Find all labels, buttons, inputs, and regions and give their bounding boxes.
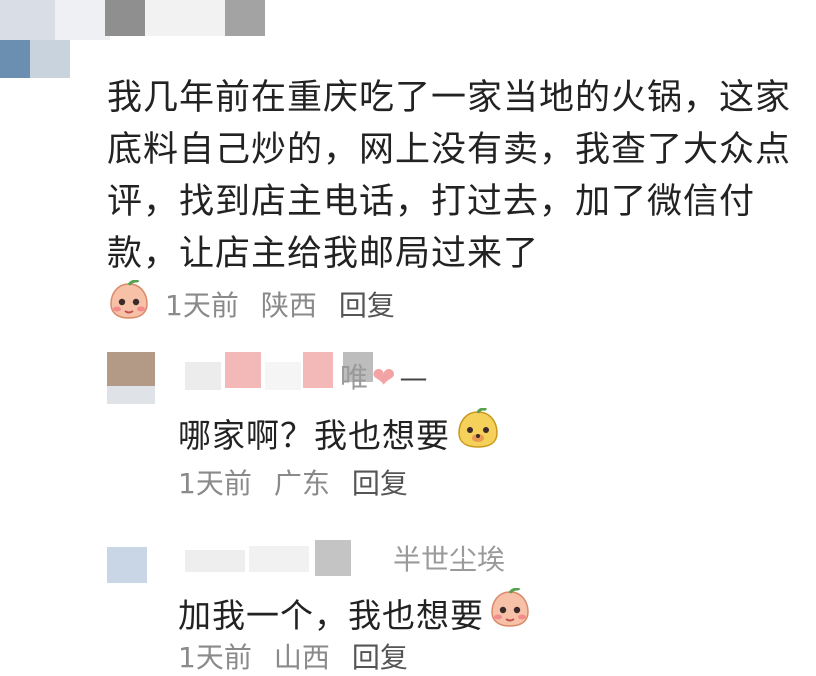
top-username-mosaic xyxy=(105,0,285,40)
comment-text: 我几年前在重庆吃了一家当地的火锅，这家底料自己炒的，网上没有卖，我查了大众点评，… xyxy=(107,78,792,274)
reply-1-reply-button[interactable]: 回复 xyxy=(352,462,408,502)
reply-1-avatar[interactable] xyxy=(107,352,155,404)
comment-reply-button[interactable]: 回复 xyxy=(339,284,395,324)
reply-2-avatar[interactable] xyxy=(107,547,147,583)
comment-meta: 1天前 陕西 回复 xyxy=(107,279,417,327)
reply-1-time: 1天前 xyxy=(178,467,252,500)
reply-1-meta: 1天前 广东 回复 xyxy=(178,462,430,502)
reply-2-text: 加我一个，我也想要 xyxy=(178,587,532,638)
peach-blush-emoji xyxy=(488,587,532,638)
reply-2-location: 山西 xyxy=(273,641,330,674)
reply-2-username[interactable]: 半世尘埃 xyxy=(393,538,505,578)
reply-1-location: 广东 xyxy=(273,467,330,500)
reply-1-username[interactable]: 唯 ❤ — xyxy=(340,356,427,396)
reply-2-meta: 1天前 山西 回复 xyxy=(178,636,430,676)
top-avatar-mosaic xyxy=(0,0,110,90)
reply-2-username-mosaic xyxy=(185,540,395,580)
yellow-dog-emoji xyxy=(456,407,500,458)
reply-2-reply-button[interactable]: 回复 xyxy=(352,636,408,676)
reply-1-text: 哪家啊？我也想要 xyxy=(178,407,500,458)
comment-location: 陕西 xyxy=(260,288,317,322)
heart-icon: ❤ xyxy=(372,361,396,394)
peach-blush-emoji xyxy=(107,279,151,327)
reply-2-time: 1天前 xyxy=(178,641,252,674)
comment-time: 1天前 xyxy=(165,288,239,322)
